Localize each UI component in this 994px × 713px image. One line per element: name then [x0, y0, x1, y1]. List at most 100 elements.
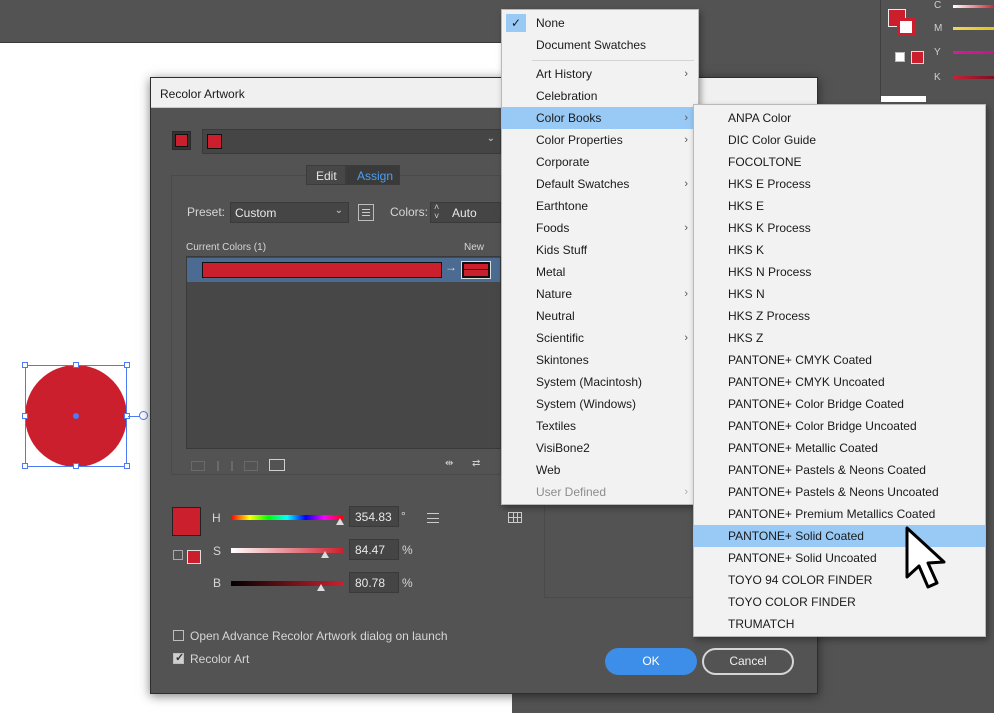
s-value-input[interactable]: 84.47 — [349, 539, 399, 560]
menu-item-user-defined: User Defined › — [502, 481, 698, 503]
menu-item-color-books[interactable]: Color Books › — [502, 107, 698, 129]
hsb-menu-icon[interactable] — [427, 513, 439, 523]
submenu-item[interactable]: PANTONE+ Color Bridge Uncoated — [694, 415, 985, 437]
harmony-base-color[interactable] — [172, 131, 191, 150]
submenu-item[interactable]: DIC Color Guide — [694, 129, 985, 151]
menu-item-default-swatches[interactable]: Default Swatches › — [502, 173, 698, 195]
new-color-swatch[interactable] — [461, 261, 491, 279]
menu-item-system-macintosh[interactable]: System (Macintosh) — [502, 371, 698, 393]
live-corner-widget[interactable] — [139, 411, 148, 420]
b-value-input[interactable]: 80.78 — [349, 572, 399, 593]
submenu-item[interactable]: ANPA Color — [694, 107, 985, 129]
menu-item-metal[interactable]: Metal — [502, 261, 698, 283]
tab-assign[interactable]: Assign — [346, 165, 400, 185]
submenu-item[interactable]: PANTONE+ Color Bridge Coated — [694, 393, 985, 415]
submenu-item[interactable]: PANTONE+ Metallic Coated — [694, 437, 985, 459]
submenu-item[interactable]: HKS E — [694, 195, 985, 217]
color-library-menu: ✓ None Document Swatches Art History › Ce… — [501, 9, 699, 505]
menu-item-color-properties[interactable]: Color Properties › — [502, 129, 698, 151]
active-color-preview[interactable] — [172, 507, 201, 536]
chevron-right-icon: › — [684, 178, 688, 190]
tab-edit[interactable]: Edit — [306, 165, 346, 185]
h-value-input[interactable]: 354.83 — [349, 506, 399, 527]
menu-item-visibone2[interactable]: VisiBone2 — [502, 437, 698, 459]
menu-item-textiles[interactable]: Textiles — [502, 415, 698, 437]
submenu-item[interactable]: HKS K Process — [694, 217, 985, 239]
h-slider[interactable] — [231, 515, 343, 520]
menu-item-none[interactable]: ✓ None — [502, 12, 698, 34]
menu-item-neutral[interactable]: Neutral — [502, 305, 698, 327]
mouse-pointer-icon — [905, 526, 946, 589]
y-slider[interactable] — [953, 51, 994, 54]
b-slider-thumb[interactable] — [317, 584, 325, 591]
current-color-bar[interactable] — [202, 262, 442, 278]
submenu-item[interactable]: HKS Z Process — [694, 305, 985, 327]
resize-handle[interactable] — [22, 413, 28, 419]
menu-item-earthtone[interactable]: Earthtone — [502, 195, 698, 217]
menu-item-skintones[interactable]: Skintones — [502, 349, 698, 371]
color-groups-storage-icon[interactable] — [508, 512, 522, 523]
submenu-item[interactable]: HKS N — [694, 283, 985, 305]
new-row-icon[interactable] — [269, 459, 285, 471]
menu-item-document-swatches[interactable]: Document Swatches — [502, 34, 698, 56]
preset-options-icon[interactable] — [358, 204, 374, 221]
separate-colors-icon[interactable] — [217, 461, 233, 471]
menu-item-art-history[interactable]: Art History › — [502, 63, 698, 85]
exclude-colors-icon[interactable] — [244, 461, 258, 471]
menu-item-nature[interactable]: Nature › — [502, 283, 698, 305]
dialog-title: Recolor Artwork — [160, 87, 245, 101]
menu-item-foods[interactable]: Foods › — [502, 217, 698, 239]
chevron-down-icon: ⌄ — [486, 133, 495, 144]
preset-dropdown[interactable]: Custom ⌄ — [230, 202, 349, 223]
resize-handle[interactable] — [124, 362, 130, 368]
submenu-item[interactable]: HKS Z — [694, 327, 985, 349]
submenu-item[interactable]: PANTONE+ Pastels & Neons Coated — [694, 459, 985, 481]
s-slider-thumb[interactable] — [321, 551, 329, 558]
submenu-item[interactable]: HKS N Process — [694, 261, 985, 283]
c-slider[interactable] — [953, 5, 994, 8]
resize-handle[interactable] — [73, 463, 79, 469]
cancel-button[interactable]: Cancel — [702, 648, 794, 675]
menu-item-corporate[interactable]: Corporate — [502, 151, 698, 173]
web-safe-swatch[interactable] — [911, 51, 924, 64]
stroke-swatch[interactable] — [897, 18, 915, 36]
resize-handle[interactable] — [73, 362, 79, 368]
submenu-item[interactable]: PANTONE+ Pastels & Neons Uncoated — [694, 481, 985, 503]
c-label: C — [934, 0, 942, 11]
menu-item-web[interactable]: Web — [502, 459, 698, 481]
h-slider-thumb[interactable] — [336, 518, 344, 525]
k-slider[interactable] — [953, 76, 994, 79]
m-slider[interactable] — [953, 27, 994, 30]
menu-item-kids-stuff[interactable]: Kids Stuff — [502, 239, 698, 261]
submenu-item[interactable]: TRUMATCH — [694, 613, 985, 635]
resize-handle[interactable] — [22, 463, 28, 469]
ok-button[interactable]: OK — [605, 648, 697, 675]
menu-item-system-windows[interactable]: System (Windows) — [502, 393, 698, 415]
submenu-item[interactable]: FOCOLTONE — [694, 151, 985, 173]
submenu-item[interactable]: PANTONE+ CMYK Coated — [694, 349, 985, 371]
resize-handle[interactable] — [22, 362, 28, 368]
gamut-swatch[interactable] — [187, 550, 201, 564]
recolor-art-checkbox[interactable]: ✓ — [173, 652, 184, 664]
randomly-change-saturation-icon[interactable]: ⇄ — [472, 458, 490, 472]
submenu-item[interactable]: TOYO COLOR FINDER — [694, 591, 985, 613]
menu-item-celebration[interactable]: Celebration — [502, 85, 698, 107]
submenu-item[interactable]: HKS K — [694, 239, 985, 261]
chevron-right-icon: › — [684, 134, 688, 146]
colors-stepper[interactable]: ˄ ˅ Auto — [430, 202, 501, 223]
chevron-down-icon: ⌄ — [334, 205, 343, 216]
resize-handle[interactable] — [124, 463, 130, 469]
menu-item-scientific[interactable]: Scientific › — [502, 327, 698, 349]
color-row-selected[interactable]: → — [187, 258, 500, 282]
randomly-change-order-icon[interactable]: ⇹ — [445, 458, 463, 472]
advance-dialog-checkbox[interactable] — [173, 630, 184, 641]
submenu-item[interactable]: PANTONE+ Premium Metallics Coated — [694, 503, 985, 525]
submenu-item[interactable]: HKS E Process — [694, 173, 985, 195]
gamut-cube-icon — [173, 550, 183, 560]
stepper-down-icon[interactable]: ˅ — [434, 211, 439, 221]
color-panel: C M Y K — [880, 0, 994, 102]
merge-colors-icon[interactable] — [191, 461, 205, 471]
b-slider[interactable] — [231, 581, 343, 586]
submenu-item[interactable]: PANTONE+ CMYK Uncoated — [694, 371, 985, 393]
harmony-rules-dropdown[interactable]: ⌄ — [202, 129, 501, 154]
